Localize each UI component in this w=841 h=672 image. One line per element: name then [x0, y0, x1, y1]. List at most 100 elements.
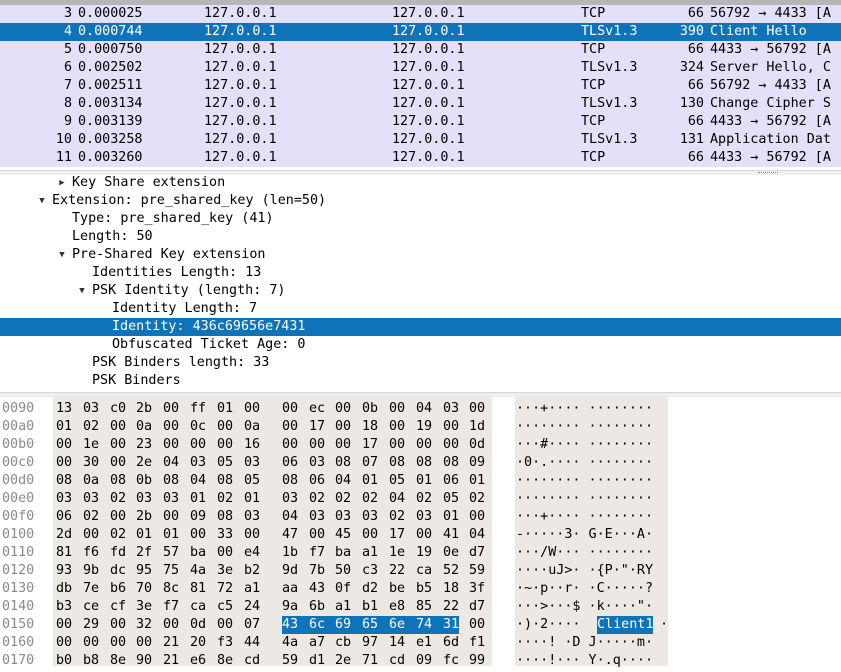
tree-item[interactable]: PSK Binders	[0, 372, 841, 390]
hex-byte[interactable]: 03	[136, 490, 152, 508]
hex-byte[interactable]: 03	[83, 490, 99, 508]
hex-byte[interactable]: 03	[309, 508, 325, 526]
hex-byte[interactable]: 03	[416, 508, 432, 526]
hex-byte[interactable]: d7	[469, 598, 485, 616]
hex-byte[interactable]: 00	[56, 634, 72, 652]
tree-item[interactable]: Obfuscated Ticket Age: 0	[0, 336, 841, 354]
hex-byte[interactable]: 17	[309, 418, 325, 436]
hex-byte[interactable]: b6	[110, 580, 126, 598]
hex-byte[interactable]: 03	[282, 490, 298, 508]
hex-byte[interactable]: 09	[416, 652, 432, 670]
hex-byte[interactable]: 81	[56, 544, 72, 562]
hex-byte[interactable]: 00	[282, 400, 298, 418]
hex-byte[interactable]: 65	[362, 616, 390, 634]
ascii-text[interactable]: ····!··· Y·.q····	[516, 652, 653, 670]
hex-byte[interactable]: a1	[335, 598, 351, 616]
hex-byte[interactable]: 08	[443, 454, 459, 472]
hex-byte[interactable]: 4a	[190, 562, 206, 580]
hex-byte[interactable]: 00	[110, 436, 126, 454]
hex-byte[interactable]: d2	[362, 580, 378, 598]
hex-byte[interactable]: 00	[282, 418, 298, 436]
hex-byte[interactable]: 01	[136, 526, 152, 544]
hex-byte[interactable]: 01	[56, 418, 72, 436]
hex-byte[interactable]: cf	[110, 598, 126, 616]
hex-byte[interactable]: 00	[163, 508, 179, 526]
hex-byte[interactable]: 19	[416, 544, 432, 562]
hex-byte[interactable]: 99	[469, 652, 485, 670]
hex-byte[interactable]: e6	[190, 652, 206, 670]
packet-row[interactable]: 3 0.000025 127.0.0.1 127.0.0.1 TCP 66 56792 → …	[0, 5, 841, 23]
hex-byte[interactable]: 2b	[136, 508, 152, 526]
hex-byte[interactable]: 03	[190, 454, 206, 472]
hex-byte[interactable]: 03	[309, 454, 325, 472]
packet-row[interactable]: 9 0.003139 127.0.0.1 127.0.0.1 TCP 66 4433 → 5…	[0, 113, 841, 131]
hex-byte[interactable]: 70	[136, 580, 152, 598]
hex-byte[interactable]: 2e	[136, 454, 152, 472]
hex-byte[interactable]: 01	[244, 490, 260, 508]
hex-byte[interactable]: 01	[163, 526, 179, 544]
hex-byte[interactable]: 03	[362, 508, 378, 526]
hex-byte[interactable]: 0e	[443, 544, 459, 562]
hex-byte[interactable]: c5	[217, 598, 233, 616]
hex-byte[interactable]: 08	[335, 454, 351, 472]
hex-byte[interactable]: cd	[244, 652, 260, 670]
hex-byte[interactable]: 6d	[443, 634, 459, 652]
hex-byte[interactable]: b3	[56, 598, 72, 616]
hex-byte[interactable]: 00	[416, 436, 432, 454]
hex-byte[interactable]: 3e	[217, 562, 233, 580]
tree-item[interactable]: Identity Length: 7	[0, 300, 841, 318]
hex-byte[interactable]: 02	[469, 490, 485, 508]
hex-byte[interactable]: 04	[416, 400, 432, 418]
hex-byte[interactable]: b5	[416, 580, 432, 598]
hex-byte[interactable]: 1d	[469, 418, 485, 436]
hex-byte[interactable]: be	[389, 580, 405, 598]
hex-byte[interactable]: 6e	[389, 616, 417, 634]
hex-byte[interactable]: 02	[83, 418, 99, 436]
hex-byte[interactable]: 00	[309, 436, 325, 454]
hex-byte[interactable]: 00	[163, 616, 179, 634]
hex-byte[interactable]: 03	[244, 454, 260, 472]
hex-byte[interactable]: 09	[190, 508, 206, 526]
hex-byte[interactable]: 17	[362, 436, 378, 454]
ascii-text[interactable]: -·····3· G·E···A·	[516, 526, 653, 544]
hex-byte[interactable]: 33	[217, 526, 233, 544]
tree-item[interactable]: Identities Length: 13	[0, 264, 841, 282]
hex-byte[interactable]: 0b	[136, 472, 152, 490]
hex-byte[interactable]: b2	[244, 562, 260, 580]
hex-byte[interactable]: 45	[335, 526, 351, 544]
ascii-text[interactable]: ·	[660, 616, 668, 634]
ascii-text[interactable]: ····! ·D J·····m·	[516, 634, 653, 652]
hex-byte[interactable]: 02	[335, 490, 351, 508]
hex-byte[interactable]: f1	[469, 634, 485, 652]
hex-byte[interactable]: 81	[190, 580, 206, 598]
hex-byte[interactable]: 05	[244, 472, 260, 490]
hex-byte[interactable]: 05	[217, 454, 233, 472]
hex-byte[interactable]: 08	[217, 508, 233, 526]
tree-item[interactable]: ▼ Pre-Shared Key extension	[0, 246, 841, 264]
packet-row[interactable]: 11 0.003260 127.0.0.1 127.0.0.1 TCP 66 4433 → …	[0, 149, 841, 167]
tree-item[interactable]: Identity: 436c69656e7431	[0, 318, 841, 336]
hex-byte[interactable]: 00	[217, 436, 233, 454]
hex-byte[interactable]: 7e	[83, 580, 99, 598]
hex-byte[interactable]: 03	[335, 508, 351, 526]
hex-byte[interactable]: 4a	[282, 634, 298, 652]
hex-byte[interactable]: 04	[190, 472, 206, 490]
hex-byte[interactable]: fc	[443, 652, 459, 670]
hex-byte[interactable]: 00	[335, 400, 351, 418]
packet-list[interactable]: 3 0.000025 127.0.0.1 127.0.0.1 TCP 66 56792 → …	[0, 0, 841, 170]
ascii-text[interactable]: ···>···$ ·k····"·	[516, 598, 653, 616]
hex-byte[interactable]: 3e	[136, 598, 152, 616]
hex-byte[interactable]: f3	[217, 634, 233, 652]
triangle-down-icon[interactable]: ▼	[76, 282, 88, 300]
hex-byte[interactable]: 75	[163, 562, 179, 580]
hex-byte[interactable]: 02	[217, 490, 233, 508]
hex-byte[interactable]: 2b	[136, 400, 152, 418]
hex-byte[interactable]: 08	[217, 472, 233, 490]
hex-byte[interactable]: c3	[362, 562, 378, 580]
ascii-text[interactable]: ···/W··· ········	[516, 544, 653, 562]
hex-byte[interactable]: b8	[83, 652, 99, 670]
hex-byte[interactable]: 00	[244, 526, 260, 544]
hex-byte[interactable]: 02	[83, 508, 99, 526]
hex-byte[interactable]: ff	[190, 400, 206, 418]
hex-byte[interactable]: 05	[443, 490, 459, 508]
